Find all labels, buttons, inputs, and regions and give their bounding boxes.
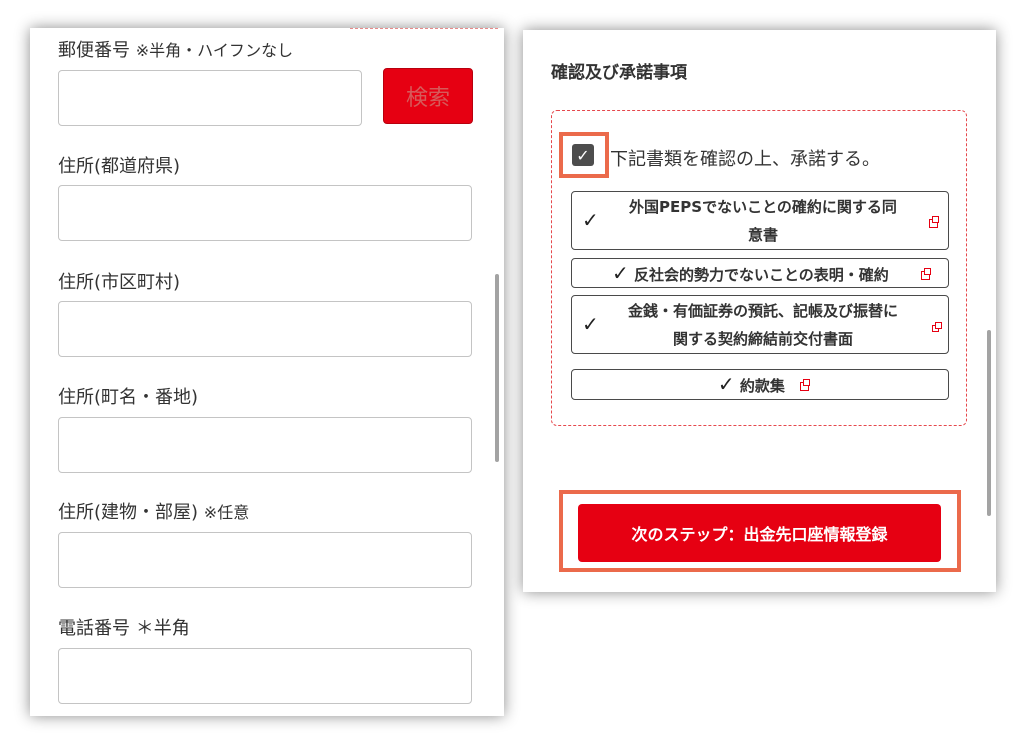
- document-title-line1: 反社会的勢力でないことの表明・確約: [633, 266, 889, 284]
- consent-section-title: 確認及び承諾事項: [551, 63, 687, 83]
- postal-code-note: ※半角・ハイフンなし: [135, 41, 294, 60]
- building-label: 住所(建物・部屋) ※任意: [58, 498, 249, 524]
- document-title: 外国PEPSでないことの確約に関する同 意書: [598, 193, 928, 249]
- postal-code-input[interactable]: [58, 70, 362, 126]
- document-title-line1: 金銭・有価証券の預託、記帳及び振替に: [627, 302, 898, 320]
- phone-note: ＊半角: [135, 618, 190, 639]
- city-label: 住所(市区町村): [58, 272, 181, 293]
- street-label: 住所(町名・番地): [58, 387, 199, 408]
- document-link-peps[interactable]: ✓ 外国PEPSでないことの確約に関する同 意書: [571, 191, 949, 250]
- city-input[interactable]: [58, 301, 472, 357]
- phone-label-text: 電話番号: [58, 618, 130, 639]
- next-step-button[interactable]: 次のステップ：出金先口座情報登録: [578, 504, 941, 562]
- document-title: ✓ 約款集: [572, 370, 950, 401]
- document-title-line2: 関する契約締結前交付書面: [672, 330, 853, 348]
- checkmark-icon: ✓: [576, 145, 590, 165]
- document-link-terms[interactable]: ✓ 約款集: [571, 369, 949, 400]
- section-divider: [350, 28, 498, 29]
- document-link-deposit[interactable]: ✓ 金銭・有価証券の預託、記帳及び振替に 関する契約締結前交付書面: [571, 295, 949, 354]
- scrollbar[interactable]: [495, 274, 499, 462]
- postal-code-label-text: 郵便番号: [58, 40, 130, 61]
- checkmark-icon: ✓: [582, 312, 599, 336]
- prefecture-input[interactable]: [58, 185, 472, 241]
- postal-code-label: 郵便番号 ※半角・ハイフンなし: [58, 36, 293, 62]
- scrollbar[interactable]: [987, 330, 991, 516]
- document-title-line1: 外国PEPSでないことの確約に関する同: [629, 198, 897, 216]
- external-link-icon: [932, 322, 942, 332]
- building-label-text: 住所(建物・部屋): [58, 502, 199, 523]
- checkmark-icon: ✓: [611, 261, 629, 285]
- document-title: ✓ 反社会的勢力でないことの表明・確約: [572, 259, 950, 289]
- agree-checkbox[interactable]: ✓: [572, 144, 594, 166]
- building-note: ※任意: [203, 503, 250, 522]
- external-link-icon: [929, 216, 939, 228]
- document-title-line1: 約款集: [739, 377, 785, 395]
- prefecture-label: 住所(都道府県): [58, 156, 181, 177]
- external-link-icon: [921, 268, 931, 280]
- phone-input[interactable]: [58, 648, 472, 704]
- phone-label: 電話番号 ＊半角: [58, 614, 190, 640]
- postal-search-button[interactable]: 検索: [383, 68, 473, 124]
- document-title: 金銭・有価証券の預託、記帳及び振替に 関する契約締結前交付書面: [598, 297, 928, 353]
- document-title-line2: 意書: [747, 226, 778, 244]
- agree-label: 下記書類を確認の上、承諾する。: [610, 149, 880, 170]
- checkmark-icon: ✓: [582, 208, 599, 232]
- document-link-antisocial[interactable]: ✓ 反社会的勢力でないことの表明・確約: [571, 258, 949, 288]
- checkmark-icon: ✓: [717, 372, 735, 396]
- external-link-icon: [800, 379, 810, 391]
- address-form-panel: 郵便番号 ※半角・ハイフンなし 検索 住所(都道府県) 住所(市区町村) 住所(…: [30, 28, 504, 716]
- consent-panel: 確認及び承諾事項 ✓ 下記書類を確認の上、承諾する。 ✓ 外国PEPSでないこと…: [523, 30, 996, 592]
- building-input[interactable]: [58, 532, 472, 588]
- street-input[interactable]: [58, 417, 472, 473]
